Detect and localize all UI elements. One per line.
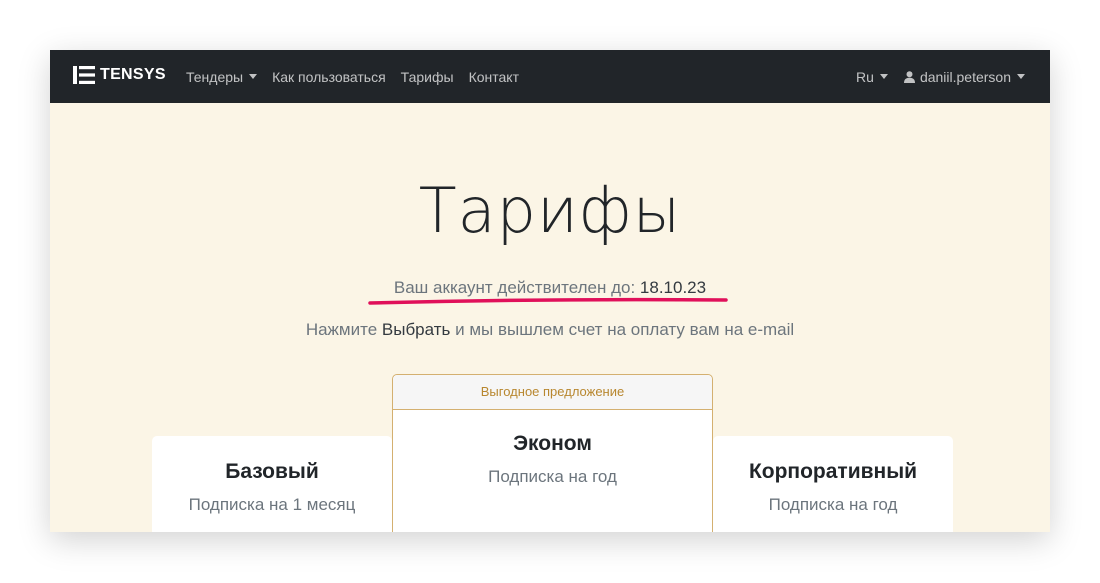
valid-until-label: Ваш аккаунт действителен до: [393,278,636,297]
brand-name: TENSYS [100,66,166,83]
nav-right: Ru daniil.peterson [856,50,1025,103]
plan-card-basic[interactable]: Базовый Подписка на 1 месяц [152,436,392,532]
plan-card-economy[interactable]: Выгодное предложение Эконом Подписка на … [392,374,713,532]
plan-subtitle: Подписка на год [768,495,898,514]
nav-item-tenders[interactable]: Тендеры [186,68,258,85]
caret-down-icon [879,74,888,79]
browser-frame: TENSYS Тендеры Как пользоваться Тарифы К… [50,50,1050,532]
language-label: Ru [856,68,874,85]
nav-item-label: Тарифы [400,68,454,85]
plan-subtitle: Подписка на 1 месяц [188,495,356,514]
nav-item-label: Тендеры [186,68,244,85]
highlight-underline [368,297,728,305]
user-menu-dropdown[interactable]: daniil.peterson [903,68,1025,85]
plan-subtitle: Подписка на год [488,467,617,486]
navbar: TENSYS Тендеры Как пользоваться Тарифы К… [50,50,1050,103]
tensys-logo-icon [73,66,95,84]
instruction-text: Нажмите Выбрать и мы вышлем счет на опла… [50,320,1050,340]
account-valid-until: Ваш аккаунт действителен до: 18.10.23 [50,278,1050,298]
plan-name: Корпоративный [748,460,918,483]
language-dropdown[interactable]: Ru [856,69,888,85]
best-offer-badge: Выгодное предложение [393,375,712,410]
nav-menu: Тендеры Как пользоваться Тарифы Контакт [186,50,519,103]
plan-card-corporate[interactable]: Корпоративный Подписка на год [713,436,953,532]
hint-suffix: и мы вышлем счет на оплату вам на e-mail [455,320,795,339]
plan-name: Эконом [513,432,592,455]
valid-until-date: 18.10.23 [639,278,707,297]
hint-bold: Выбрать [381,320,451,339]
brand-logo-link[interactable]: TENSYS [73,66,166,84]
nav-item-contact[interactable]: Контакт [469,69,519,85]
hint-prefix: Нажмите [305,320,378,339]
nav-item-label: Как пользоваться [272,68,386,85]
user-name: daniil.peterson [919,68,1011,85]
plan-name: Базовый [225,460,319,483]
user-icon [903,70,915,83]
caret-down-icon [249,74,258,79]
caret-down-icon [1017,74,1025,79]
nav-item-label: Контакт [468,68,519,85]
page-title: Тарифы [418,174,682,247]
nav-item-how-to-use[interactable]: Как пользоваться [272,69,386,85]
nav-item-pricing[interactable]: Тарифы [401,69,454,85]
